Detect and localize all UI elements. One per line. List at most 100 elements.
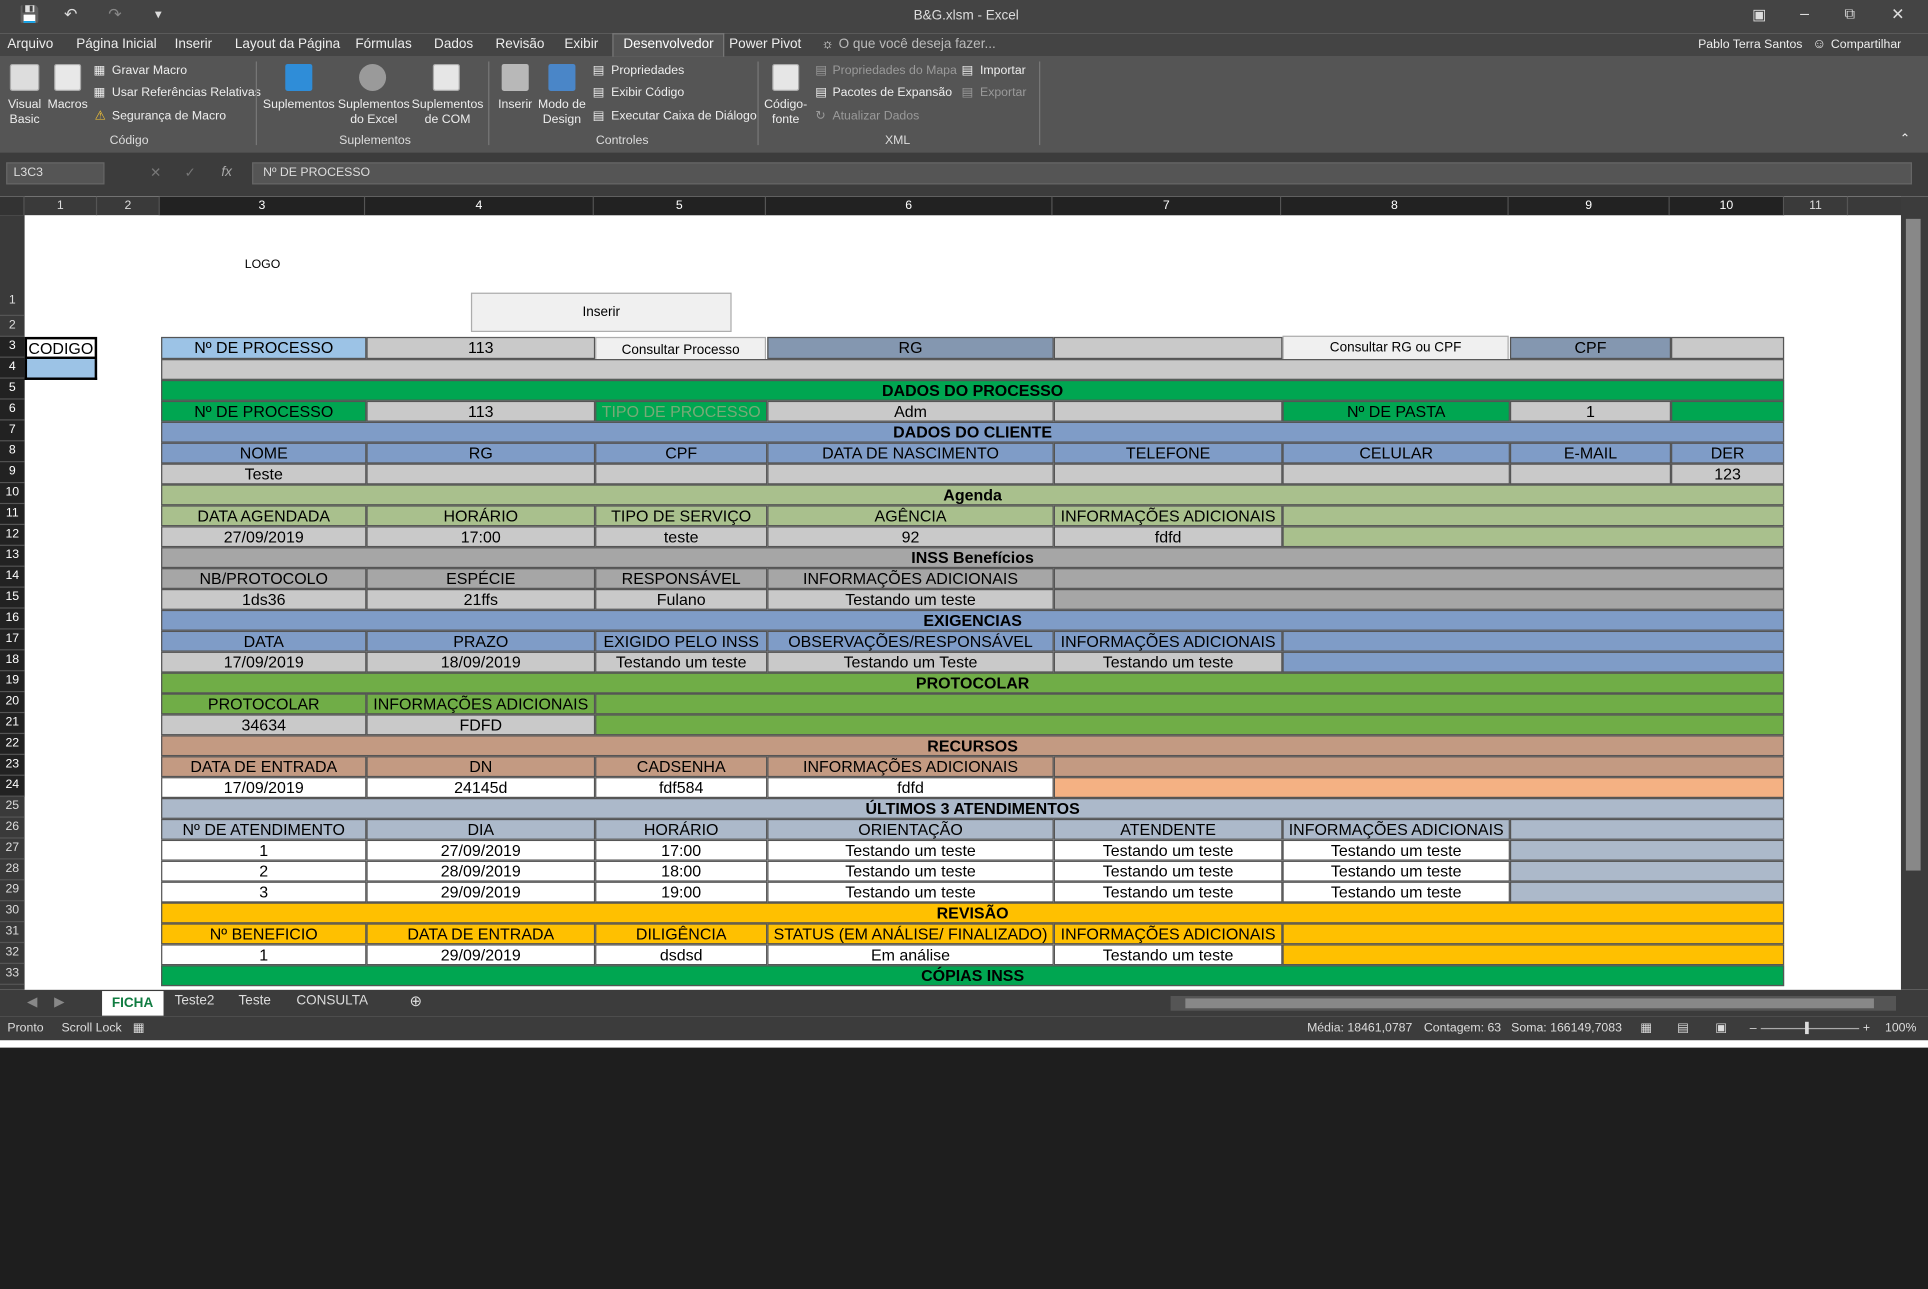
customize-qat-icon[interactable]: ▾: [155, 6, 162, 22]
hdr-at-info[interactable]: INFORMAÇÕES ADICIONAIS: [1282, 818, 1510, 840]
row-header-4[interactable]: 4: [0, 357, 25, 379]
minimize-icon[interactable]: –: [1800, 4, 1809, 22]
usar-referencias-button[interactable]: Usar Referências Relativas: [112, 86, 261, 100]
vertical-scrollbar[interactable]: [1900, 196, 1928, 990]
next-sheet-icon[interactable]: ▶: [54, 994, 64, 1010]
row-header-24[interactable]: 24: [0, 775, 25, 797]
cell-r6-pasta[interactable]: Nº DE PASTA: [1282, 400, 1510, 422]
hdr-rev-data[interactable]: DATA DE ENTRADA: [366, 923, 596, 945]
cell-at1-orientacao[interactable]: Testando um teste: [767, 839, 1054, 861]
tab-arquivo[interactable]: Arquivo: [7, 36, 53, 53]
row-header-6[interactable]: 6: [0, 399, 25, 421]
zoom-level[interactable]: 100%: [1885, 1022, 1916, 1036]
hdr-der[interactable]: DER: [1671, 442, 1785, 464]
column-header-9[interactable]: 9: [1508, 196, 1670, 216]
cell-nproc-value[interactable]: 113: [366, 336, 596, 360]
cell-tipo-servico[interactable]: teste: [595, 526, 768, 548]
cell-at2-horario[interactable]: 18:00: [595, 860, 768, 882]
hdr-ex-data[interactable]: DATA: [161, 630, 367, 652]
row-header-10[interactable]: 10: [0, 483, 25, 505]
cell-cpf-label[interactable]: CPF: [1509, 336, 1672, 360]
cell-ex-prazo[interactable]: 18/09/2019: [366, 651, 596, 673]
save-icon[interactable]: 💾: [20, 5, 40, 25]
row-header-28[interactable]: 28: [0, 859, 25, 881]
hdr-rec-data[interactable]: DATA DE ENTRADA: [161, 756, 367, 778]
hdr-info-agenda[interactable]: INFORMAÇÕES ADICIONAIS: [1053, 505, 1283, 527]
worksheet-grid[interactable]: 1 2 3 4 5 6 7 8 9 10 11 1 2 3 4 5 6 7 8 …: [0, 196, 1928, 990]
inserir-button[interactable]: Inserir: [470, 292, 732, 332]
name-box[interactable]: L3C3: [6, 162, 105, 185]
row-header-11[interactable]: 11: [0, 504, 25, 526]
cell-rev-info[interactable]: Testando um teste: [1053, 944, 1283, 966]
cell-r6-nproc-val[interactable]: 113: [366, 400, 596, 422]
cell-agencia[interactable]: 92: [767, 526, 1054, 548]
collapse-ribbon-icon[interactable]: ⌃: [1900, 133, 1910, 147]
hdr-rev-status[interactable]: STATUS (EM ANÁLISE/ FINALIZADO): [767, 923, 1054, 945]
row-header-26[interactable]: 26: [0, 818, 25, 839]
codigo-value[interactable]: [24, 359, 98, 380]
pacotes-expansao-button[interactable]: Pacotes de Expansão: [832, 86, 952, 100]
cell-nascimento[interactable]: [767, 463, 1054, 485]
row-header-33[interactable]: 33: [0, 964, 25, 985]
cell-at3-orientacao[interactable]: Testando um teste: [767, 881, 1054, 903]
scroll-thumb[interactable]: [1905, 218, 1921, 871]
tab-dados[interactable]: Dados: [434, 36, 473, 53]
gravar-macro-button[interactable]: Gravar Macro: [112, 64, 187, 78]
tab-layout[interactable]: Layout da Página: [235, 36, 340, 53]
cancel-icon[interactable]: ✕: [150, 165, 161, 181]
cell-at1-numero[interactable]: 1: [161, 839, 367, 861]
suplementos-button[interactable]: Suplementos: [262, 98, 336, 113]
row-header-18[interactable]: 18: [0, 650, 25, 672]
modo-design-button[interactable]: Modo de Design: [536, 98, 588, 128]
row-header-30[interactable]: 30: [0, 901, 25, 923]
hdr-at-dia[interactable]: DIA: [366, 818, 596, 840]
row-header-12[interactable]: 12: [0, 525, 25, 546]
cell-email[interactable]: [1509, 463, 1672, 485]
consultar-rg-cpf-button[interactable]: Consultar RG ou CPF: [1282, 335, 1509, 361]
hdr-rev-diligencia[interactable]: DILIGÊNCIA: [595, 923, 768, 945]
cell-at3-info[interactable]: Testando um teste: [1282, 881, 1510, 903]
hdr-celular[interactable]: CELULAR: [1282, 442, 1510, 464]
cell-rg[interactable]: [366, 463, 596, 485]
column-header-11[interactable]: 11: [1784, 196, 1849, 216]
cell-especie[interactable]: 21ffs: [366, 588, 596, 610]
cell-ex-exigido[interactable]: Testando um teste: [595, 651, 768, 673]
column-header-10[interactable]: 10: [1669, 196, 1785, 216]
cell-rec-dn[interactable]: 24145d: [366, 777, 596, 799]
inserir-controle-button[interactable]: Inserir: [494, 98, 536, 113]
hdr-ex-prazo[interactable]: PRAZO: [366, 630, 596, 652]
gear-icon[interactable]: [359, 63, 387, 91]
cell-at1-info[interactable]: Testando um teste: [1282, 839, 1510, 861]
row-header-9[interactable]: 9: [0, 462, 25, 484]
column-header-6[interactable]: 6: [766, 196, 1053, 216]
macros-button[interactable]: Macros: [47, 98, 89, 113]
cell-r6-nproc[interactable]: Nº DE PROCESSO: [161, 400, 367, 422]
row-header-23[interactable]: 23: [0, 754, 25, 776]
hdr-horario[interactable]: HORÁRIO: [366, 505, 596, 527]
hdr-telefone[interactable]: TELEFONE: [1053, 442, 1283, 464]
cell-r6-blank[interactable]: [1053, 400, 1283, 422]
column-header-8[interactable]: 8: [1281, 196, 1509, 216]
cell-at2-numero[interactable]: 2: [161, 860, 367, 882]
redo-icon[interactable]: ↷: [108, 5, 121, 25]
column-header-4[interactable]: 4: [365, 196, 594, 216]
cell-ex-obs[interactable]: Testando um Teste: [767, 651, 1054, 673]
cell-info-agenda[interactable]: fdfd: [1053, 526, 1283, 548]
hdr-rec-cadsenha[interactable]: CADSENHA: [595, 756, 768, 778]
hdr-agencia[interactable]: AGÊNCIA: [767, 505, 1054, 527]
visual-basic-button[interactable]: Visual Basic: [5, 98, 44, 128]
cell-r6-tipo[interactable]: TIPO DE PROCESSO: [595, 400, 768, 422]
hdr-ex-info[interactable]: INFORMAÇÕES ADICIONAIS: [1053, 630, 1283, 652]
cell-r6-end[interactable]: [1671, 400, 1785, 422]
cell-nome[interactable]: Teste: [161, 463, 367, 485]
row-header-7[interactable]: 7: [0, 420, 25, 442]
importar-button[interactable]: Importar: [980, 64, 1026, 78]
seguranca-macro-button[interactable]: Segurança de Macro: [112, 109, 226, 123]
cell-ex-data[interactable]: 17/09/2019: [161, 651, 367, 673]
cell-at3-dia[interactable]: 29/09/2019: [366, 881, 596, 903]
cell-telefone[interactable]: [1053, 463, 1283, 485]
prev-sheet-icon[interactable]: ◀: [27, 994, 37, 1010]
sheet-tab-teste2[interactable]: Teste2: [175, 994, 215, 1009]
row-header-19[interactable]: 19: [0, 671, 25, 693]
row-header-29[interactable]: 29: [0, 880, 25, 902]
